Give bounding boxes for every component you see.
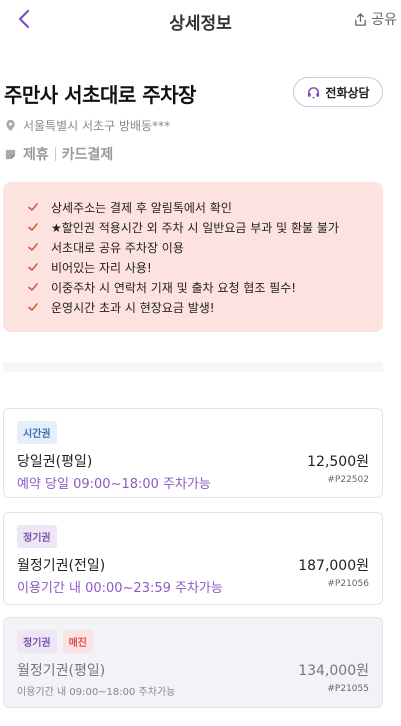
product-name: 월정기권(평일): [17, 663, 106, 679]
tag-partner: 제휴: [23, 147, 49, 163]
tag-divider: [54, 147, 56, 161]
badge-row: 정기권: [17, 525, 57, 548]
notice-item: 비어있는 자리 사용!: [27, 257, 383, 277]
product-name: 당일권(평일): [17, 454, 93, 470]
notice-item: 상세주소는 결제 후 알림톡에서 확인: [27, 197, 383, 217]
check-icon: [28, 243, 38, 251]
notice-text: 상세주소는 결제 후 알림톡에서 확인: [51, 200, 232, 215]
sold-out-badge: 매진: [62, 630, 94, 653]
notice-item: 운영시간 초과 시 현장요금 발생!: [27, 297, 383, 317]
notice-text: 이중주차 시 연락처 기재 및 출차 요청 협조 필수!: [51, 280, 297, 295]
product-time: 예약 당일 09:00~18:00 주차가능: [17, 477, 211, 492]
tag-row: 제휴 카드결제: [4, 144, 113, 164]
page-title: 상세정보: [169, 14, 232, 34]
tag-card-payment: 카드결제: [61, 147, 114, 163]
headset-icon: [308, 86, 320, 99]
product-time: 이용기간 내 09:00~18:00 주차가능: [17, 687, 176, 698]
notice-text: 서초대로 공유 주차장 이용: [51, 240, 184, 255]
call-consult-label: 전화상담: [325, 85, 370, 100]
header-bar: 상세정보 공유: [0, 0, 401, 40]
notice-text: 비어있는 자리 사용!: [51, 260, 152, 275]
address-text: 서울특별시 서초구 방배동***: [23, 119, 171, 133]
check-icon: [28, 303, 38, 311]
product-price: 134,000원: [298, 663, 369, 679]
product-price: 12,500원: [307, 454, 369, 470]
parking-lot-name: 주만사 서초대로 주차장: [4, 83, 196, 107]
share-label: 공유: [371, 12, 397, 28]
product-name: 월정기권(전일): [17, 558, 106, 574]
notice-item: 서초대로 공유 주차장 이용: [27, 237, 383, 257]
notice-item: ★할인권 적용시간 외 주차 시 일반요금 부과 및 환불 불가: [27, 217, 383, 237]
product-card-monthly-weekday: 정기권 매진 월정기권(평일) 134,000원 이용기간 내 09:00~18…: [3, 617, 383, 708]
notice-text: 운영시간 초과 시 현장요금 발생!: [51, 300, 215, 315]
product-card-monthly-all[interactable]: 정기권 월정기권(전일) 187,000원 이용기간 내 00:00~23:59…: [3, 512, 383, 605]
tag-icon: [5, 149, 16, 159]
address-row: 서울특별시 서초구 방배동***: [4, 117, 170, 134]
share-button[interactable]: 공유: [353, 9, 397, 29]
location-pin-icon: [6, 119, 15, 132]
check-icon: [28, 263, 38, 271]
product-code: #P22502: [327, 475, 369, 485]
product-code: #P21056: [327, 579, 369, 589]
type-badge: 시간권: [17, 421, 57, 444]
product-time: 이용기간 내 00:00~23:59 주차가능: [17, 581, 223, 596]
check-icon: [28, 203, 38, 211]
type-badge: 정기권: [17, 630, 57, 653]
badge-row: 시간권: [17, 421, 57, 444]
notice-item: 이중주차 시 연락처 기재 및 출차 요청 협조 필수!: [27, 277, 383, 297]
product-card-day-pass[interactable]: 시간권 당일권(평일) 12,500원 예약 당일 09:00~18:00 주차…: [3, 408, 383, 498]
notice-box: 상세주소는 결제 후 알림톡에서 확인 ★할인권 적용시간 외 주차 시 일반요…: [3, 182, 383, 332]
product-code: #P21055: [327, 684, 369, 694]
notice-text: ★할인권 적용시간 외 주차 시 일반요금 부과 및 환불 불가: [51, 220, 339, 235]
share-icon: [355, 12, 367, 26]
call-consult-button[interactable]: 전화상담: [293, 77, 383, 107]
check-icon: [28, 223, 38, 231]
section-divider: [3, 362, 383, 372]
badge-row: 정기권 매진: [17, 630, 94, 653]
product-price: 187,000원: [298, 558, 369, 574]
check-icon: [28, 283, 38, 291]
type-badge: 정기권: [17, 525, 57, 548]
